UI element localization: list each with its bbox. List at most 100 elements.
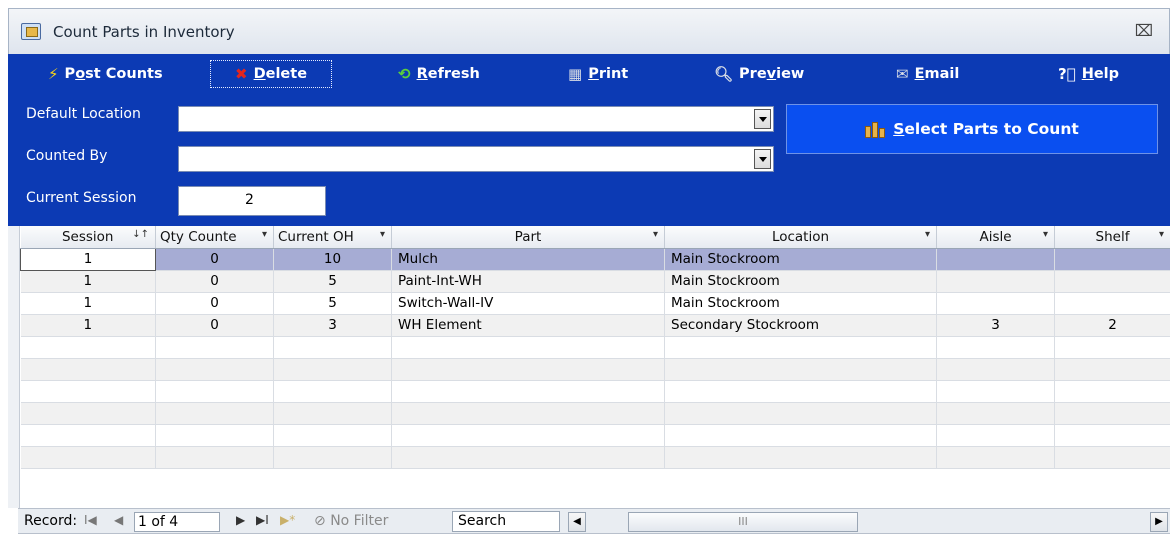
horizontal-scrollbar[interactable]: ◀ III ▶ — [568, 512, 1168, 532]
record-position-field[interactable]: 1 of 4 — [134, 512, 220, 532]
first-record-icon[interactable]: I◀ — [84, 513, 97, 527]
no-filter-button[interactable]: ⊘ No Filter — [314, 513, 388, 529]
cell-session[interactable]: 1 — [20, 247, 156, 271]
cell-current-oh[interactable]: 5 — [273, 292, 392, 315]
preview-label: Preview — [739, 66, 805, 82]
print-label: Print — [588, 66, 629, 82]
cell-qty-counted[interactable]: 0 — [155, 270, 274, 293]
last-record-icon[interactable]: ▶I — [256, 513, 269, 527]
table-row[interactable]: 1 0 5 Switch-Wall-IV Main Stockroom — [20, 292, 1170, 315]
default-location-label: Default Location — [26, 106, 141, 122]
cell-qty-counted[interactable]: 0 — [155, 248, 274, 271]
current-session-label: Current Session — [26, 190, 137, 206]
counted-by-combo[interactable] — [178, 146, 774, 172]
preview-button[interactable]: 🔍︎ Preview — [714, 60, 804, 88]
cell-part[interactable]: Switch-Wall-IV — [391, 292, 665, 315]
email-label: Email — [914, 66, 960, 82]
chevron-down-icon[interactable]: ▾ — [262, 229, 267, 240]
cell-current-oh[interactable]: 5 — [273, 270, 392, 293]
app-form-icon — [21, 23, 41, 40]
current-session-value: 2 — [245, 192, 254, 208]
current-session-field[interactable]: 2 — [178, 186, 326, 216]
cell-qty-counted[interactable]: 0 — [155, 292, 274, 315]
table-row[interactable]: 1 0 10 Mulch Main Stockroom — [20, 247, 1170, 271]
default-location-combo[interactable] — [178, 106, 774, 132]
parts-datasheet: Session ↓↑ Qty Counte ▾ Current OH ▾ Part ▾ … — [20, 226, 1170, 480]
cell-location[interactable]: Main Stockroom — [664, 270, 937, 293]
cell-location[interactable]: Main Stockroom — [664, 248, 937, 271]
toolbar: ⚡ Post Counts ✖ Delete ⟲ Refresh ▦ Print… — [8, 54, 1170, 94]
cell-shelf[interactable] — [1054, 270, 1170, 293]
record-label: Record: — [24, 513, 78, 529]
chevron-down-icon[interactable] — [754, 149, 771, 169]
empty-row — [20, 424, 1170, 447]
table-row[interactable]: 1 0 3 WH Element Secondary Stockroom 3 2 — [20, 314, 1170, 337]
chevron-down-icon[interactable]: ▾ — [1159, 229, 1164, 240]
sort-icon[interactable]: ↓↑ — [132, 229, 149, 240]
email-button[interactable]: ✉ Email — [896, 60, 959, 88]
new-record-icon[interactable]: ▶* — [280, 513, 295, 527]
filter-off-icon: ⊘ — [314, 513, 331, 529]
cell-session[interactable]: 1 — [20, 314, 156, 337]
scroll-thumb[interactable]: III — [628, 512, 858, 532]
select-parts-button[interactable]: Select Parts to Count — [786, 104, 1158, 154]
col-header-session[interactable]: Session ↓↑ — [20, 226, 156, 249]
empty-row — [20, 446, 1170, 469]
post-counts-button[interactable]: ⚡ Post Counts — [48, 60, 163, 88]
empty-row — [20, 402, 1170, 425]
next-record-icon[interactable]: ▶ — [236, 513, 245, 527]
delete-label: Delete — [253, 66, 308, 82]
record-navigation-bar: Record: I◀ ◀ 1 of 4 ▶ ▶I ▶* ⊘ No Filter … — [18, 508, 1170, 534]
close-icon[interactable]: ⌧ — [1135, 21, 1153, 40]
chevron-down-icon[interactable] — [754, 109, 771, 129]
chevron-down-icon[interactable]: ▾ — [653, 229, 658, 240]
table-row[interactable]: 1 0 5 Paint-Int-WH Main Stockroom — [20, 270, 1170, 293]
cell-aisle[interactable] — [936, 292, 1055, 315]
delete-x-icon: ✖ — [235, 64, 248, 83]
delete-button[interactable]: ✖ Delete — [210, 60, 333, 88]
cell-shelf[interactable] — [1054, 248, 1170, 271]
search-input[interactable]: Search — [452, 511, 560, 532]
col-header-current-oh[interactable]: Current OH ▾ — [273, 226, 392, 249]
select-parts-label: Select Parts to Count — [893, 120, 1079, 138]
refresh-label: Refresh — [416, 66, 480, 82]
col-header-part[interactable]: Part ▾ — [391, 226, 665, 249]
previous-record-icon[interactable]: ◀ — [114, 513, 123, 527]
cell-location[interactable]: Main Stockroom — [664, 292, 937, 315]
cell-location[interactable]: Secondary Stockroom — [664, 314, 937, 337]
chevron-down-icon[interactable]: ▾ — [1043, 229, 1048, 240]
envelope-icon: ✉ — [896, 64, 909, 83]
chevron-down-icon[interactable]: ▾ — [380, 229, 385, 240]
help-circle-icon: ?⃝ — [1058, 64, 1076, 83]
scroll-left-icon[interactable]: ◀ — [568, 512, 586, 532]
cell-aisle[interactable] — [936, 248, 1055, 271]
help-label: Help — [1081, 66, 1120, 82]
cell-shelf[interactable] — [1054, 292, 1170, 315]
scroll-right-icon[interactable]: ▶ — [1150, 512, 1168, 532]
empty-row — [20, 358, 1170, 381]
printer-icon: ▦ — [568, 64, 583, 83]
magnifier-icon: 🔍︎ — [714, 64, 734, 83]
col-header-location[interactable]: Location ▾ — [664, 226, 937, 249]
cell-shelf[interactable]: 2 — [1054, 314, 1170, 337]
help-button[interactable]: ?⃝ Help — [1058, 60, 1119, 88]
cell-part[interactable]: Mulch — [391, 248, 665, 271]
cell-current-oh[interactable]: 10 — [273, 248, 392, 271]
cell-aisle[interactable] — [936, 270, 1055, 293]
cell-current-oh[interactable]: 3 — [273, 314, 392, 337]
cell-qty-counted[interactable]: 0 — [155, 314, 274, 337]
cell-session[interactable]: 1 — [20, 292, 156, 315]
col-header-aisle[interactable]: Aisle ▾ — [936, 226, 1055, 249]
cell-aisle[interactable]: 3 — [936, 314, 1055, 337]
counted-by-label: Counted By — [26, 148, 108, 164]
chevron-down-icon[interactable]: ▾ — [925, 229, 930, 240]
col-header-qty-counted[interactable]: Qty Counte ▾ — [155, 226, 274, 249]
cell-session[interactable]: 1 — [20, 270, 156, 293]
cell-part[interactable]: Paint-Int-WH — [391, 270, 665, 293]
lightning-icon: ⚡ — [48, 64, 59, 83]
col-header-shelf[interactable]: Shelf ▾ — [1054, 226, 1170, 249]
refresh-button[interactable]: ⟲ Refresh — [398, 60, 480, 88]
cell-part[interactable]: WH Element — [391, 314, 665, 337]
parts-bins-icon — [865, 120, 886, 138]
print-button[interactable]: ▦ Print — [568, 60, 628, 88]
